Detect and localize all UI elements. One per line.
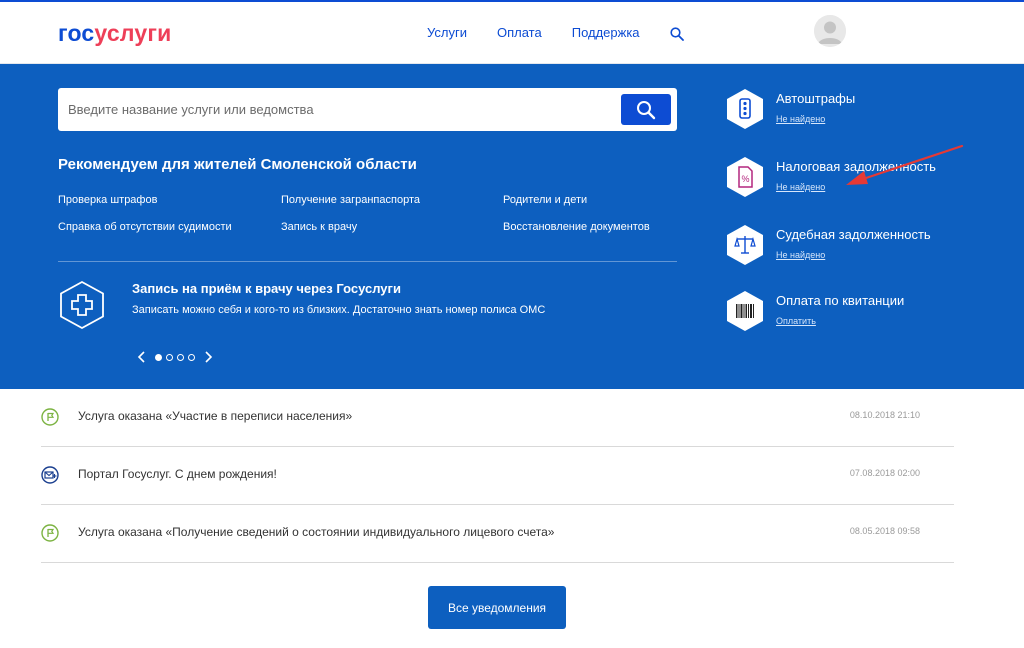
search-icon[interactable]	[669, 26, 684, 41]
rec-link-parents-children[interactable]: Родители и дети	[503, 194, 678, 206]
main-nav: Услуги Оплата Поддержка	[427, 25, 684, 41]
tax-document-icon: %	[727, 157, 763, 197]
flag-icon	[41, 524, 59, 542]
promo-carousel	[137, 351, 213, 363]
carousel-dot-2[interactable]	[166, 353, 173, 361]
service-search	[58, 88, 677, 131]
feed-item-date: 08.10.2018 21:10	[849, 410, 920, 420]
nav-support[interactable]: Поддержка	[572, 25, 640, 40]
quick-link-tax-debt[interactable]: Не найдено	[776, 182, 825, 192]
quick-title-receipt-payment: Оплата по квитанции	[776, 293, 905, 308]
quick-title-autofines: Автоштрафы	[776, 91, 856, 106]
feed-item-text: Услуга оказана «Участие в переписи насел…	[78, 409, 353, 423]
quick-link-court-debt[interactable]: Не найдено	[776, 250, 825, 260]
user-silhouette-icon	[814, 15, 846, 47]
search-button[interactable]	[621, 94, 671, 125]
hero-panel: Рекомендуем для жителей Смоленской облас…	[0, 64, 1024, 389]
chevron-right-icon[interactable]	[203, 351, 213, 363]
rec-link-passport[interactable]: Получение загранпаспорта	[281, 194, 503, 206]
logo-part-gos: гос	[58, 20, 95, 46]
nav-payment[interactable]: Оплата	[497, 25, 542, 40]
recommend-links: Проверка штрафов Получение загранпаспорт…	[58, 194, 678, 233]
feed-item-text: Портал Госуслуг. С днем рождения!	[78, 467, 277, 481]
feed-item-text: Услуга оказана «Получение сведений о сос…	[78, 525, 555, 539]
rec-link-doctor-appointment[interactable]: Запись к врачу	[281, 221, 503, 233]
header: госуслуги Услуги Оплата Поддержка	[0, 2, 1024, 64]
scales-icon	[727, 225, 763, 265]
search-input[interactable]	[68, 88, 608, 131]
hero-divider	[58, 261, 677, 262]
quick-link-autofines[interactable]: Не найдено	[776, 114, 825, 124]
rec-link-criminal-record[interactable]: Справка об отсутствии судимости	[58, 221, 281, 233]
medical-cross-icon[interactable]	[58, 280, 106, 330]
barcode-icon	[727, 291, 763, 331]
quick-title-court-debt: Судебная задолженность	[776, 227, 931, 242]
promo-text: Записать можно себя и кого-то из близких…	[132, 304, 546, 316]
rec-link-documents-restore[interactable]: Восстановление документов	[503, 221, 678, 233]
feed-item-date: 07.08.2018 02:00	[849, 468, 920, 478]
mail-icon	[41, 466, 59, 484]
quick-link-receipt-payment[interactable]: Оплатить	[776, 316, 816, 326]
feed-item-date: 08.05.2018 09:58	[849, 526, 920, 536]
gosuslugi-logo[interactable]: госуслуги	[58, 20, 171, 47]
promo-title[interactable]: Запись на приём к врачу через Госуслуги	[132, 281, 401, 296]
flag-icon	[41, 408, 59, 426]
carousel-dot-1[interactable]	[155, 353, 162, 361]
carousel-dot-3[interactable]	[177, 353, 184, 361]
user-avatar[interactable]	[814, 15, 846, 47]
svg-text:%: %	[741, 174, 749, 184]
all-notifications-button[interactable]: Все уведомления	[428, 586, 566, 629]
traffic-light-icon	[727, 89, 763, 129]
logo-part-uslugi: услуги	[94, 20, 172, 46]
notifications-feed: Услуга оказана «Участие в переписи насел…	[41, 389, 954, 563]
recommend-title: Рекомендуем для жителей Смоленской облас…	[58, 156, 417, 173]
nav-services[interactable]: Услуги	[427, 25, 467, 40]
annotation-arrow-icon	[846, 144, 964, 185]
feed-item[interactable]: Услуга оказана «Получение сведений о сос…	[41, 505, 954, 563]
rec-link-fines-check[interactable]: Проверка штрафов	[58, 194, 281, 206]
search-icon	[637, 100, 656, 119]
carousel-dot-4[interactable]	[188, 353, 195, 361]
feed-item[interactable]: Портал Госуслуг. С днем рождения! 07.08.…	[41, 447, 954, 505]
feed-item[interactable]: Услуга оказана «Участие в переписи насел…	[41, 389, 954, 447]
chevron-left-icon[interactable]	[137, 351, 147, 363]
